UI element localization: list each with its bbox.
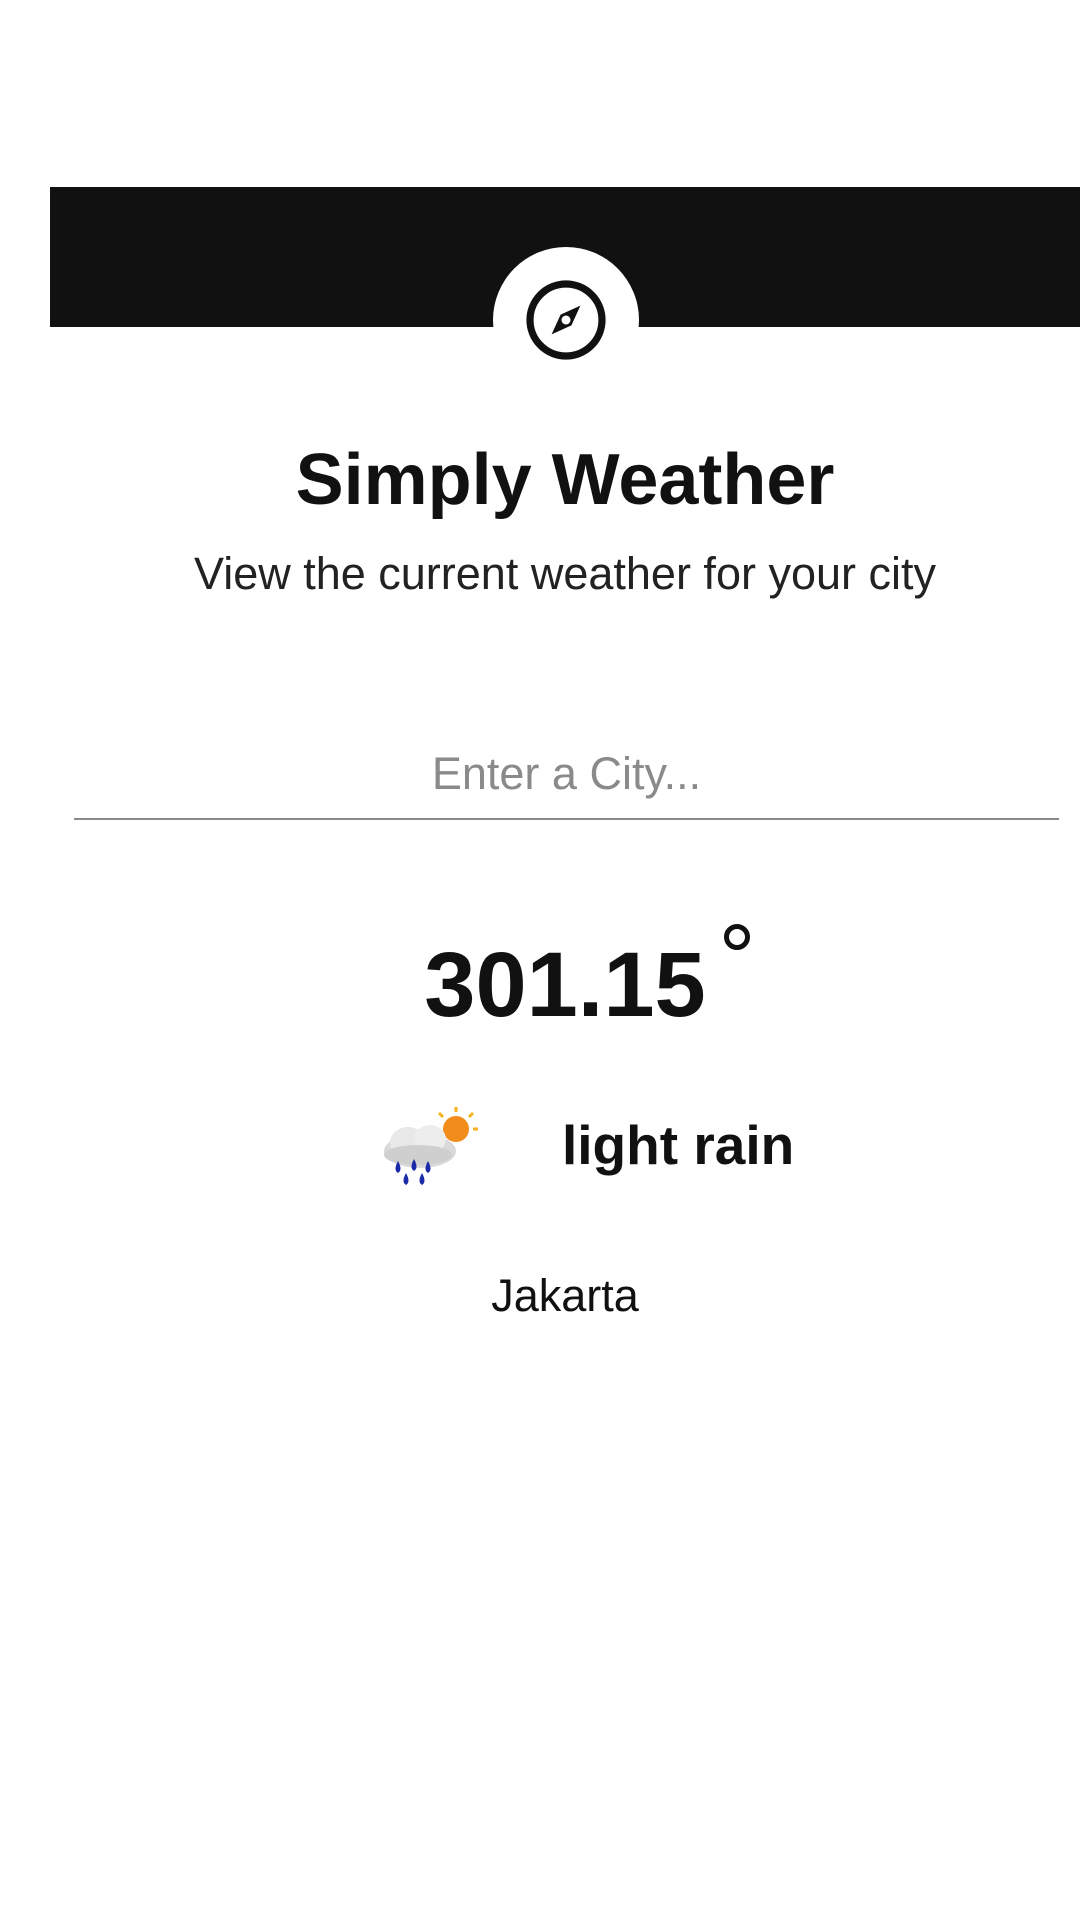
condition-label: light rain — [562, 1114, 795, 1176]
degree-symbol — [724, 924, 750, 950]
compass-icon — [526, 280, 606, 360]
city-search-input[interactable] — [74, 730, 1059, 820]
logo-badge — [493, 247, 639, 393]
app-subtitle: View the current weather for your city — [194, 548, 936, 599]
condition-row: light rain — [370, 1090, 794, 1200]
light-rain-partly-sunny-icon — [384, 1107, 478, 1185]
app-title: Simply Weather — [295, 440, 835, 520]
temperature-row: 301.15 — [0, 930, 1080, 1040]
temperature-value: 301.15 — [424, 934, 706, 1036]
city-name: Jakarta — [491, 1270, 639, 1321]
